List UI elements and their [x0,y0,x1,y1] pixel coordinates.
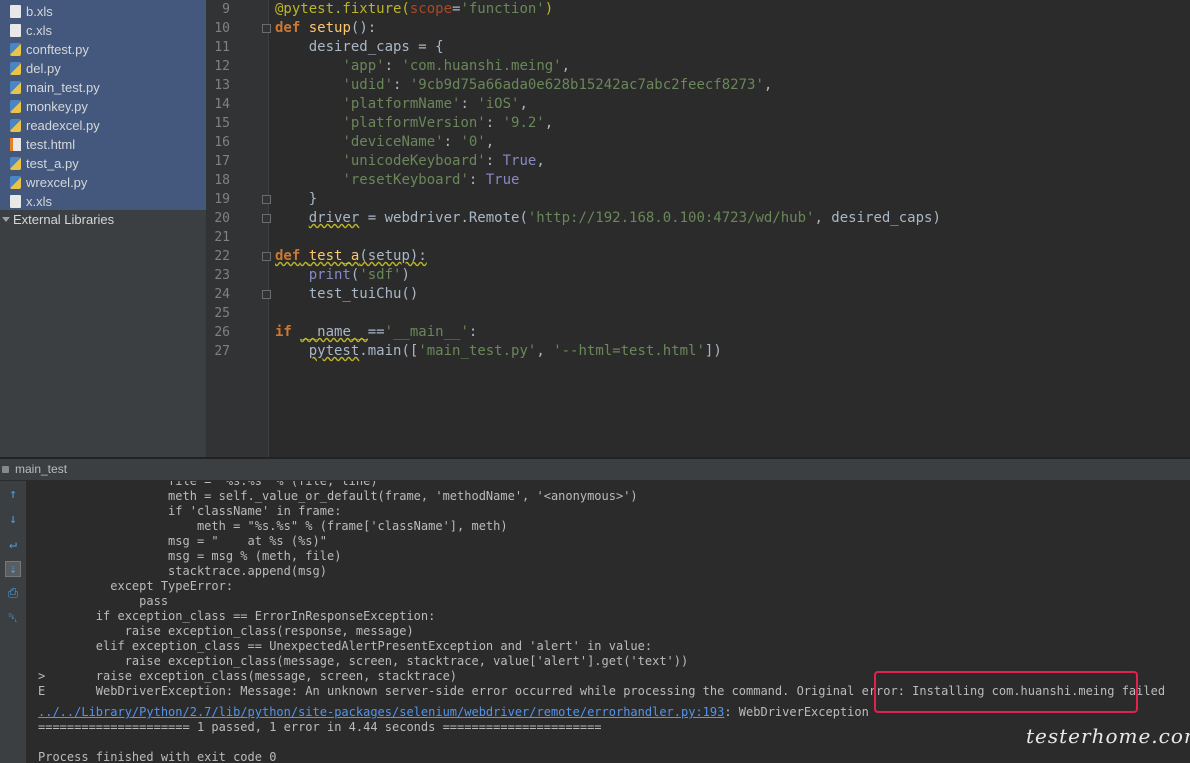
tree-file-item[interactable]: conftest.py [10,40,89,59]
line-number: 15 [214,116,230,131]
fold-marker[interactable] [262,214,271,223]
line-number: 21 [214,230,230,245]
code-line-14: 'platformName': 'iOS', [342,96,528,112]
exit-code-line: Process finished with exit code 0 [38,750,277,763]
line-number: 22 [214,249,230,264]
console-line: raise exception_class(message, screen, s… [38,654,689,668]
line-number: 13 [214,78,230,93]
line-number: 17 [214,154,230,169]
trash-icon[interactable]: ␡ [5,611,21,627]
code-line-11: desired_caps = { [275,39,444,55]
code-line-17: 'unicodeKeyboard': True, [342,153,545,169]
code-line-10: def setup(): [275,20,377,36]
test-summary-line: ===================== 1 passed, 1 error … [38,720,602,734]
tree-file-item[interactable]: b.xls [10,2,53,21]
console-line: meth = "%s.%s" % (frame['className'], me… [38,519,508,533]
code-line-9: @pytest.fixture(scope='function') [275,1,554,17]
py-file-icon [10,100,21,113]
down-arrow-icon[interactable]: ↓ [5,512,21,528]
py-file-icon [10,62,21,75]
console-line: msg = msg % (meth, file) [38,549,342,563]
html-file-icon [10,138,21,151]
console-line: meth = self._value_or_default(frame, 'me… [38,489,638,503]
xls-file-icon [10,24,21,37]
print-icon[interactable]: ⎙ [5,586,21,602]
xls-file-icon [10,195,21,208]
code-line-20: driver = webdriver.Remote('http://192.16… [308,210,941,226]
code-line-15: 'platformVersion': '9.2', [342,115,554,131]
line-number: 19 [214,192,230,207]
line-number: 16 [214,135,230,150]
py-file-icon [10,43,21,56]
console-line: raise exception_class(response, message) [38,624,414,638]
watermark: testerhome.com [1026,724,1190,748]
run-tab-label[interactable]: main_test [15,462,67,476]
tree-file-item[interactable]: c.xls [10,21,52,40]
code-line-22: def test_a(setup): [275,248,427,264]
code-line-26: if __name__=='__main__': [275,324,478,340]
code-line-13: 'udid': '9cb9d75a66ada0e628b15242ac7abc2… [342,77,773,93]
soft-wrap-icon[interactable]: ↵ [5,537,21,553]
fold-marker[interactable] [262,290,271,299]
line-number: 27 [214,344,230,359]
chevron-down-icon [2,217,10,222]
scroll-to-end-icon[interactable]: ⇣ [5,561,21,577]
py-file-icon [10,119,21,132]
code-line-24: test_tuiChu() [275,286,419,302]
console-line: except TypeError: [38,579,234,593]
console-line: if 'className' in frame: [38,504,342,518]
console-line: stacktrace.append(msg) [38,564,327,578]
console-line: msg = " at %s (%s)" [38,534,327,548]
tree-file-item[interactable]: x.xls [10,192,52,211]
code-line-27: pytest.main(['main_test.py', '--html=tes… [308,343,722,359]
console-line: > raise exception_class(message, screen,… [38,669,458,683]
code-line-23: print('sdf') [308,267,410,283]
tree-file-item[interactable]: main_test.py [10,78,100,97]
fold-marker[interactable] [262,24,271,33]
tree-file-item[interactable]: readexcel.py [10,116,100,135]
tree-file-item[interactable]: test_a.py [10,154,79,173]
code-line-18: 'resetKeyboard': True [342,172,520,188]
up-arrow-icon[interactable]: ↑ [5,487,21,503]
line-number: 25 [214,306,230,321]
console-line: pass [38,594,169,608]
run-toolbar: ↑ ↓ ↵ ⇣ ⎙ ␡ [0,481,26,763]
xls-file-icon [10,5,21,18]
error-traceback-line: ../../Library/Python/2.7/lib/python/site… [38,705,869,719]
tree-file-item[interactable]: test.html [10,135,75,154]
console-output[interactable]: file = "%s:%s" % (file, line) meth = sel… [26,481,1190,763]
line-number: 11 [214,40,230,55]
line-number: 12 [214,59,230,74]
py-file-icon [10,176,21,189]
line-number: 10 [214,21,230,36]
run-panel-header: main_test [0,459,1190,481]
errorhandler-file-link[interactable]: ../../Library/Python/2.7/lib/python/site… [38,705,724,719]
line-number: 20 [214,211,230,226]
line-number: 24 [214,287,230,302]
line-number: 26 [214,325,230,340]
fold-marker[interactable] [262,195,271,204]
run-config-icon [2,466,9,473]
line-number: 9 [222,2,230,17]
code-line-16: 'deviceName': '0', [342,134,495,150]
py-file-icon [10,81,21,94]
code-line-19: } [275,191,318,207]
console-line: if exception_class == ErrorInResponseExc… [38,609,436,623]
line-number: 14 [214,97,230,112]
console-line: elif exception_class == UnexpectedAlertP… [38,639,653,653]
external-libraries-node[interactable]: External Libraries [2,212,114,227]
tree-file-item[interactable]: del.py [10,59,61,78]
code-line-12: 'app': 'com.huanshi.meing', [342,58,571,74]
fold-marker[interactable] [262,252,271,261]
tree-file-item[interactable]: wrexcel.py [10,173,87,192]
line-number: 23 [214,268,230,283]
tree-file-item[interactable]: monkey.py [10,97,88,116]
console-line: file = "%s:%s" % (file, line) [38,481,378,488]
line-number: 18 [214,173,230,188]
error-highlight-box [874,671,1138,713]
py-file-icon [10,157,21,170]
